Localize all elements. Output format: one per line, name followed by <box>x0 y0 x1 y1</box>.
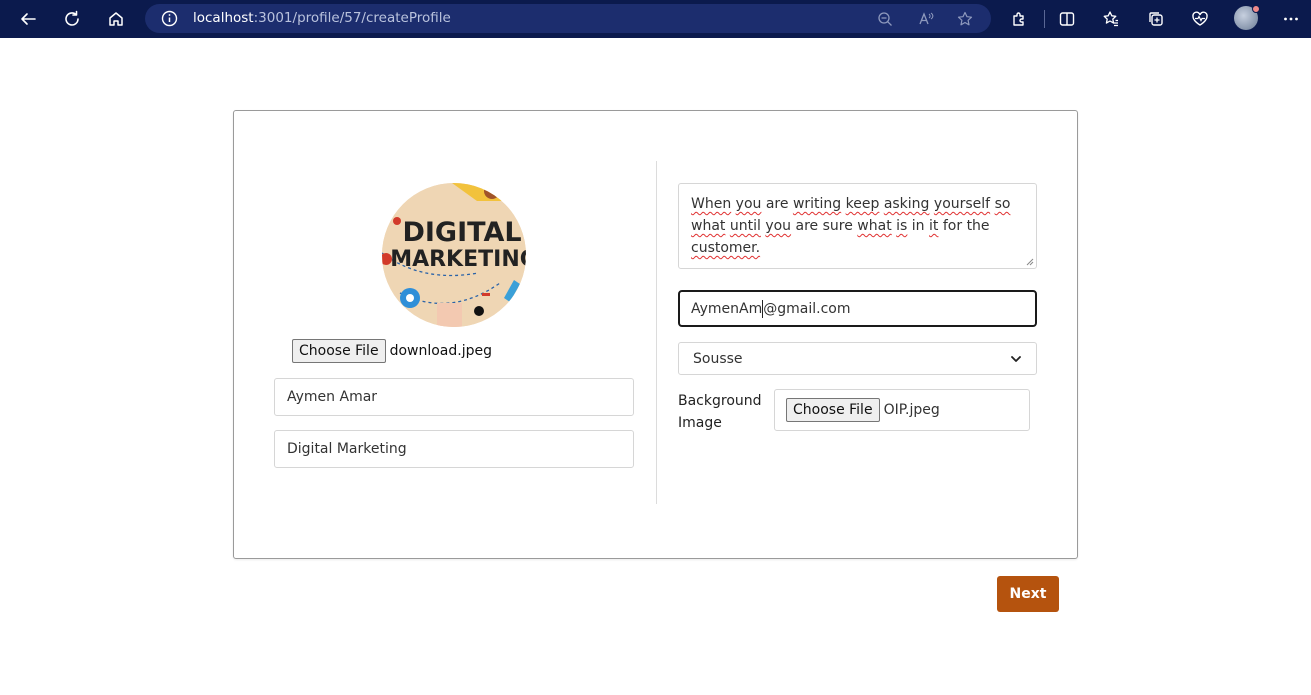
heart-pulse-icon <box>1192 11 1208 26</box>
back-arrow-icon <box>21 13 36 25</box>
email-value-before-caret: AymenAm <box>691 300 763 317</box>
zoom-out-icon <box>878 12 892 26</box>
zoom-button[interactable] <box>875 9 895 29</box>
city-select[interactable]: Sousse <box>678 342 1037 375</box>
background-label-line2: Image <box>678 415 722 431</box>
back-button[interactable] <box>13 4 43 34</box>
profile-picture: DIGITAL MARKETING <box>382 183 526 327</box>
refresh-button[interactable] <box>57 4 87 34</box>
background-image-upload: Choose File OIP.jpeg <box>774 389 1030 431</box>
url-text[interactable]: localhost:3001/profile/57/createProfile <box>193 10 451 26</box>
city-selected-value: Sousse <box>693 350 743 367</box>
toolbar-divider <box>1044 10 1045 28</box>
email-value-after-caret: @gmail.com <box>763 300 851 317</box>
profile-avatar[interactable] <box>1234 5 1260 30</box>
favorite-button[interactable] <box>955 9 975 29</box>
url-path: :3001/profile/57/createProfile <box>253 10 451 26</box>
background-image-label: Background Image <box>678 390 768 434</box>
read-aloud-button[interactable] <box>916 9 936 29</box>
split-screen-icon <box>1059 12 1075 26</box>
favorites-icon <box>1103 11 1118 27</box>
email-input[interactable]: AymenAm @gmail.com <box>678 290 1037 327</box>
browser-toolbar: localhost:3001/profile/57/createProfile <box>0 0 1311 38</box>
digital-marketing-image: DIGITAL MARKETING <box>382 183 526 327</box>
url-host: localhost <box>193 10 254 26</box>
home-icon <box>109 12 123 26</box>
choose-background-image-button[interactable]: Choose File <box>786 398 880 422</box>
collections-icon <box>1149 12 1163 26</box>
menu-button[interactable] <box>1276 4 1306 34</box>
profession-value: Digital Marketing <box>287 441 407 457</box>
refresh-icon <box>65 10 79 26</box>
profession-input[interactable]: Digital Marketing <box>274 430 634 468</box>
puzzle-icon <box>1013 12 1024 26</box>
bio-textarea[interactable]: When you are writing keep asking yoursel… <box>678 183 1037 269</box>
background-image-filename: OIP.jpeg <box>883 402 940 418</box>
background-label-line1: Background <box>678 393 762 409</box>
profile-image-filename: download.jpeg <box>389 343 493 359</box>
extensions-button[interactable] <box>1004 4 1034 34</box>
full-name-value: Aymen Amar <box>287 389 378 405</box>
notification-dot <box>1252 5 1260 13</box>
image-text-line2: MARKETING <box>390 247 526 272</box>
home-button[interactable] <box>101 4 131 34</box>
image-text-line1: DIGITAL <box>402 217 521 248</box>
collections-button[interactable] <box>1141 4 1171 34</box>
resize-grip-icon[interactable] <box>1026 258 1034 266</box>
column-divider <box>656 161 657 504</box>
choose-profile-image-button[interactable]: Choose File <box>292 339 386 363</box>
star-icon <box>957 11 973 26</box>
profile-image-upload: Choose File download.jpeg <box>292 339 492 363</box>
bio-text: When you are writing keep asking yoursel… <box>691 196 1011 256</box>
full-name-input[interactable]: Aymen Amar <box>274 378 634 416</box>
browser-essentials-button[interactable] <box>1185 4 1215 34</box>
chevron-down-icon <box>1011 355 1021 362</box>
address-bar[interactable]: localhost:3001/profile/57/createProfile <box>145 4 991 33</box>
next-button[interactable]: Next <box>997 576 1059 612</box>
info-icon[interactable] <box>161 10 178 27</box>
favorites-button[interactable] <box>1096 4 1126 34</box>
more-options-icon <box>1284 17 1298 21</box>
split-screen-button[interactable] <box>1052 4 1082 34</box>
read-aloud-icon <box>919 12 934 25</box>
